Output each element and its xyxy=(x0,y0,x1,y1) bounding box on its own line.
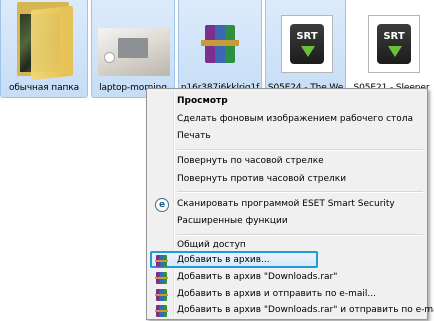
file-item-archive[interactable]: p16r387i6kklrig1f xyxy=(178,0,262,98)
menu-item-add-to-archive[interactable]: Добавить в архив... xyxy=(149,252,425,270)
menu-item-add-to-downloads-rar[interactable]: Добавить в архив "Downloads.rar" xyxy=(149,269,425,287)
menu-item-label: Сканировать программой ESET Smart Securi… xyxy=(177,199,395,209)
menu-item-rotate-counterclockwise[interactable]: Повернуть против часовой стрелки xyxy=(149,171,425,189)
file-grid: обычная папка laptop-morning p16r387i6kk… xyxy=(0,0,434,100)
cup-photo-detail xyxy=(104,52,115,63)
winrar-icon xyxy=(155,288,169,302)
menu-item-set-wallpaper[interactable]: Сделать фоновым изображением рабочего ст… xyxy=(149,111,425,129)
file-item-srt[interactable]: SRT S05E21 - Sleeper xyxy=(349,0,434,98)
menu-item-label: Общий доступ xyxy=(177,240,246,250)
file-item-image[interactable]: laptop-morning xyxy=(91,0,175,98)
context-menu: Просмотр Сделать фоновым изображением ра… xyxy=(146,88,434,320)
menu-item-label: Просмотр xyxy=(177,96,228,106)
menu-item-rotate-clockwise[interactable]: Повернуть по часовой стрелке xyxy=(149,153,425,171)
srt-file-icon: SRT xyxy=(368,15,420,73)
menu-separator xyxy=(177,234,423,236)
winrar-icon xyxy=(155,254,169,268)
winrar-strap xyxy=(201,40,239,46)
srt-file-icon: SRT xyxy=(281,15,333,73)
file-item-folder[interactable]: обычная папка xyxy=(0,0,88,98)
menu-item-eset-scan[interactable]: e Сканировать программой ESET Smart Secu… xyxy=(149,196,425,214)
menu-item-label: Добавить в архив и отправить по e-mail..… xyxy=(177,289,376,299)
menu-item-print[interactable]: Печать xyxy=(149,128,425,146)
menu-separator xyxy=(177,149,423,151)
menu-item-label: Расширенные функции xyxy=(177,216,288,226)
menu-item-label: Добавить в архив "Downloads.rar" xyxy=(177,272,338,282)
menu-item-label: Добавить в архив "Downloads.rar" и отпра… xyxy=(177,305,434,315)
menu-item-label: Повернуть против часовой стрелки xyxy=(177,174,347,184)
menu-separator xyxy=(177,191,423,193)
menu-item-advanced[interactable]: Расширенные функции xyxy=(149,213,425,231)
winrar-icon xyxy=(155,304,169,318)
menu-item-label: Сделать фоновым изображением рабочего ст… xyxy=(177,114,414,124)
menu-item-label: Печать xyxy=(177,131,211,141)
menu-item-label: Повернуть по часовой стрелке xyxy=(177,156,324,166)
menu-item-label: Добавить в архив... xyxy=(177,255,270,265)
file-item-srt[interactable]: SRT S05E24 - The We xyxy=(265,0,346,98)
menu-item-downloads-rar-and-email[interactable]: Добавить в архив "Downloads.rar" и отпра… xyxy=(149,302,434,320)
winrar-icon xyxy=(155,271,169,285)
file-name: обычная папка xyxy=(8,83,80,93)
laptop-photo-detail xyxy=(118,38,148,58)
eset-icon: e xyxy=(155,198,169,212)
menu-item-preview[interactable]: Просмотр xyxy=(149,93,425,111)
folder-front-flap xyxy=(31,5,73,81)
